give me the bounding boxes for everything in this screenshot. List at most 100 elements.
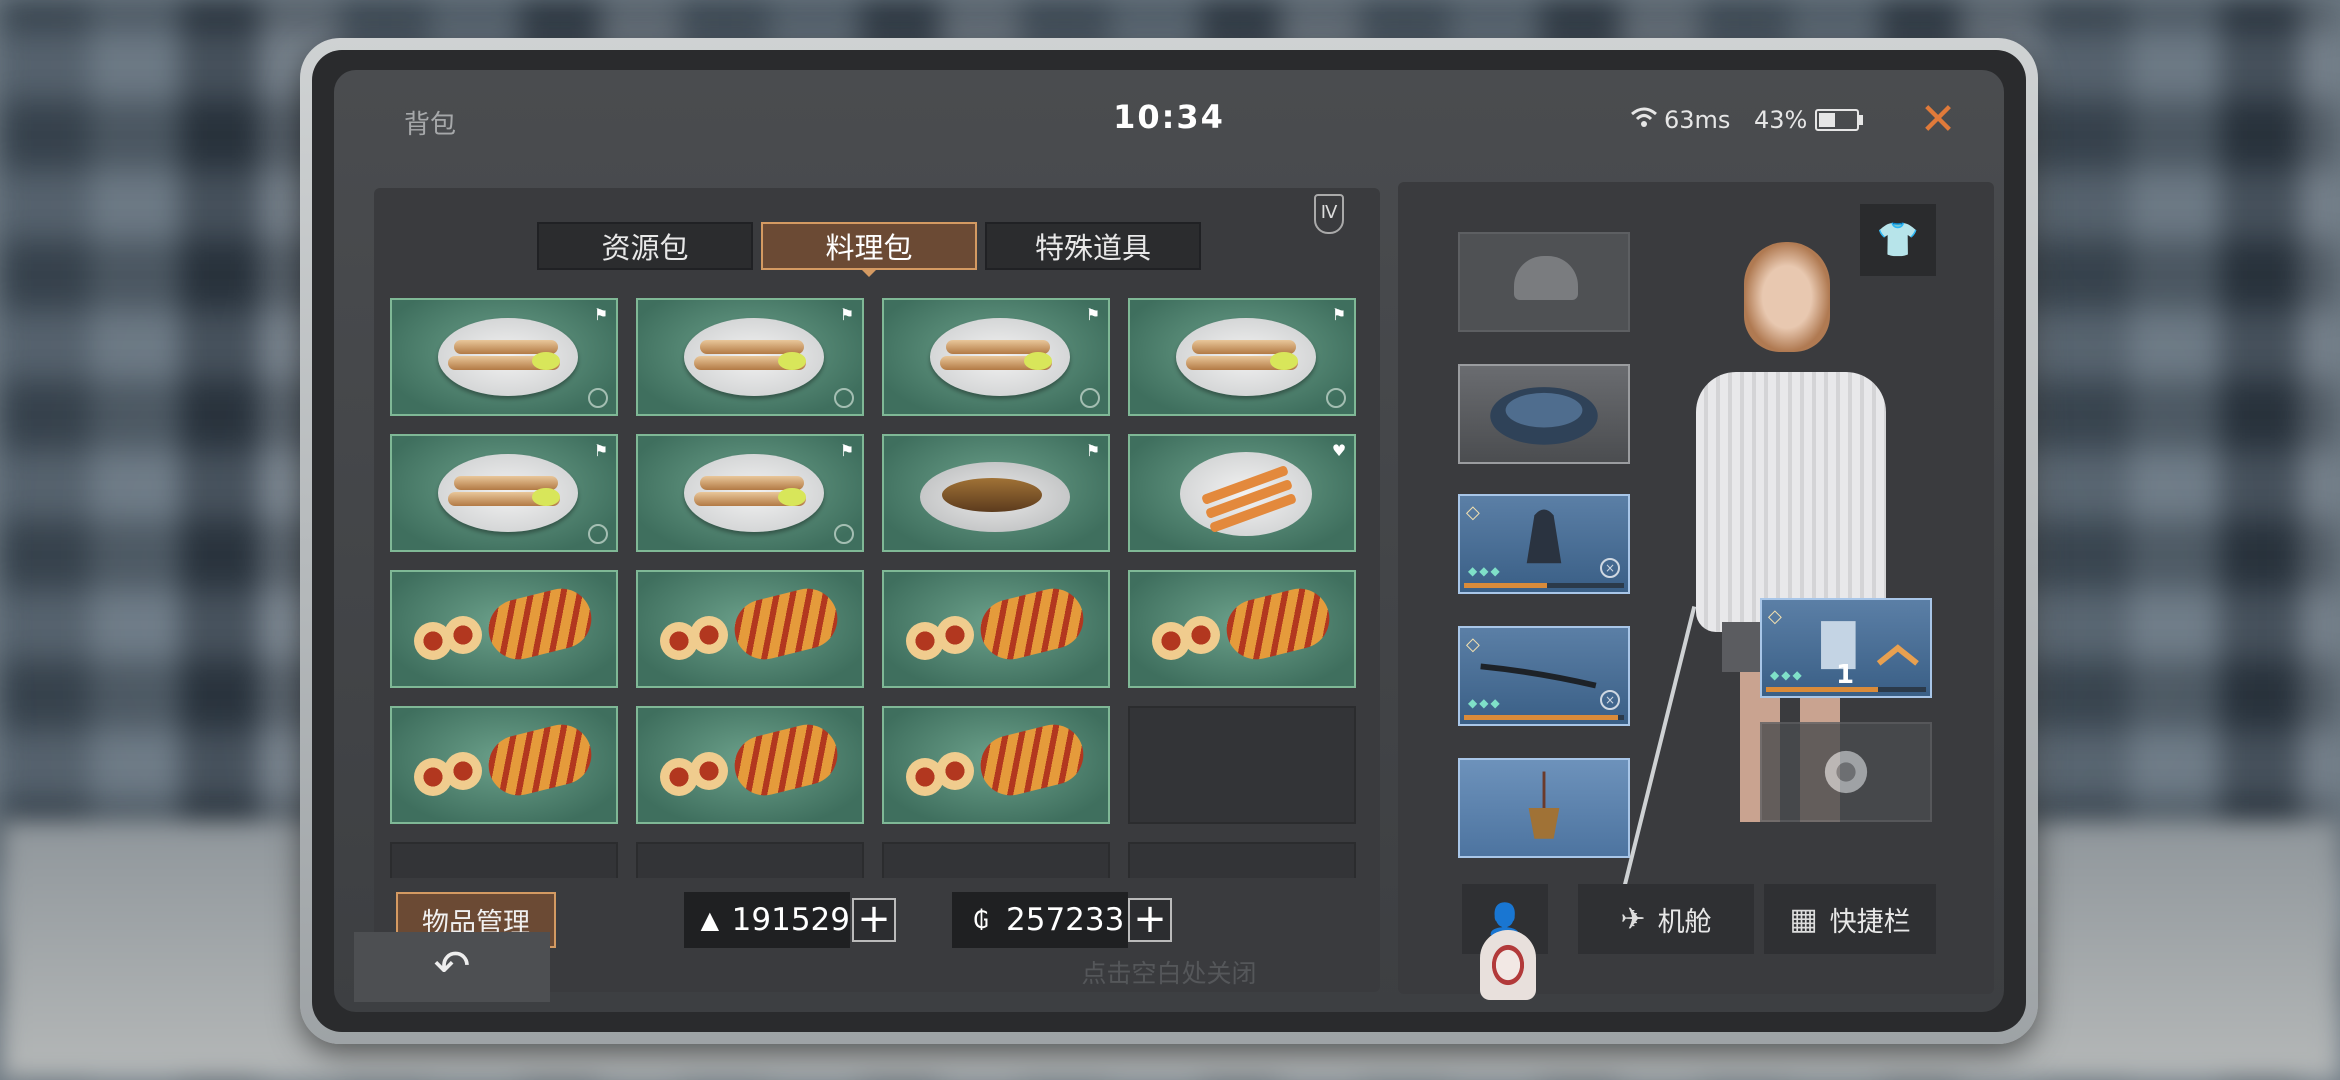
tab-food-pack[interactable]: 料理包 xyxy=(761,222,977,277)
sausage-roll-icon xyxy=(482,718,598,802)
star-rating-icon: ◆◆◆ xyxy=(1770,668,1804,682)
network-status: 63ms xyxy=(1630,106,1730,134)
backpack-screen: 背包 10:34 63ms 43% ✕ 资源包 料理包 特殊道具 Ⅳ ⚑ ⚑ ⚑… xyxy=(334,70,2004,1012)
bottom-bar: ↶ 点击空白处关闭 xyxy=(334,922,2004,1012)
item-slot-sausage-roll[interactable] xyxy=(636,570,864,688)
diamond-icon: ◇ xyxy=(1466,634,1480,655)
item-slot-sausage-roll[interactable] xyxy=(390,706,618,824)
heart-icon: ♥ xyxy=(1331,441,1347,460)
recycle-icon xyxy=(834,388,854,408)
sausage-roll-icon xyxy=(728,582,844,666)
bread-slice-icon xyxy=(444,752,482,790)
empty-slot[interactable] xyxy=(882,842,1110,878)
item-slot-sausage-roll[interactable] xyxy=(882,570,1110,688)
recycle-icon xyxy=(588,388,608,408)
item-grid: ⚑ ⚑ ⚑ ⚑ ⚑ ⚑ ⚑ ♥ xyxy=(390,298,1360,878)
flag-icon: ⚑ xyxy=(1085,441,1101,460)
empty-slot[interactable] xyxy=(1128,842,1356,878)
battery-percent: 43% xyxy=(1754,106,1808,134)
recycle-icon xyxy=(1326,388,1346,408)
sausage-roll-icon xyxy=(728,718,844,802)
star-rating-icon: ◆◆◆ xyxy=(1468,564,1502,578)
bread-slice-icon xyxy=(936,752,974,790)
sausage-roll-icon xyxy=(974,582,1090,666)
grilled-fish-icon xyxy=(942,478,1042,512)
flag-icon: ⚑ xyxy=(1331,305,1347,324)
tab-special-items[interactable]: 特殊道具 xyxy=(985,222,1201,270)
shoes-slot[interactable] xyxy=(1760,722,1932,822)
flag-icon: ⚑ xyxy=(593,305,609,324)
shoe-icon xyxy=(1824,750,1868,794)
gear-count: 1 xyxy=(1836,660,1855,690)
empty-slot[interactable] xyxy=(390,842,618,878)
item-slot-sausage-roll[interactable] xyxy=(882,706,1110,824)
lemon-icon xyxy=(1024,352,1052,370)
inventory-panel: 资源包 料理包 特殊道具 Ⅳ ⚑ ⚑ ⚑ ⚑ ⚑ ⚑ ⚑ ♥ 物品管理 ▲ 191529 + … xyxy=(374,188,1380,992)
bread-slice-icon xyxy=(690,752,728,790)
item-slot-sausage-roll[interactable] xyxy=(390,570,618,688)
item-slot-fish-plate[interactable]: ⚑ xyxy=(636,434,864,552)
tab-resource-pack[interactable]: 资源包 xyxy=(537,222,753,270)
equipment-panel: ◇ ◆◆◆ × ◇ ◆◆◆ × 👕 ◇ ◆◆◆ 1 👤 ✈ 机舱 ▦ 快捷栏 xyxy=(1398,182,1994,994)
battery-icon xyxy=(1815,109,1864,131)
bread-slice-icon xyxy=(1182,616,1220,654)
bread-slice-icon xyxy=(690,616,728,654)
flag-icon: ⚑ xyxy=(839,441,855,460)
backpack-slot[interactable] xyxy=(1458,364,1630,464)
device-bezel: 背包 10:34 63ms 43% ✕ 资源包 料理包 特殊道具 Ⅳ ⚑ ⚑ ⚑… xyxy=(312,50,2026,1032)
character-sweater xyxy=(1696,372,1886,632)
diamond-icon: ◇ xyxy=(1768,606,1782,627)
character-head xyxy=(1744,242,1830,352)
wifi-icon xyxy=(1630,106,1658,134)
item-slot-sausage-roll[interactable] xyxy=(1128,570,1356,688)
item-slot-fish-plate[interactable]: ⚑ xyxy=(636,298,864,416)
plate-icon xyxy=(920,462,1070,532)
durability-bar xyxy=(1766,687,1926,692)
recycle-icon xyxy=(1080,388,1100,408)
plate-icon xyxy=(1180,452,1312,536)
mascot-icon[interactable] xyxy=(1480,930,1536,1000)
bread-slice-icon xyxy=(444,616,482,654)
outfit-slot[interactable]: ◇ ◆◆◆ × xyxy=(1458,494,1630,594)
star-rating-icon: ◆◆◆ xyxy=(1468,696,1502,710)
helmet-slot[interactable] xyxy=(1458,232,1630,332)
item-slot-grilled-fish[interactable]: ⚑ xyxy=(882,434,1110,552)
close-hint: 点击空白处关闭 xyxy=(1081,959,1257,988)
weapon-slot[interactable]: ◇ ◆◆◆ × xyxy=(1458,626,1630,726)
item-slot-sausage-roll[interactable] xyxy=(636,706,864,824)
accessory-slot[interactable] xyxy=(1458,758,1630,858)
close-icon[interactable]: ✕ xyxy=(1910,92,1966,148)
lemon-icon xyxy=(778,488,806,506)
unequip-icon[interactable]: × xyxy=(1600,690,1620,710)
lemon-icon xyxy=(532,488,560,506)
durability-bar xyxy=(1464,715,1624,720)
helmet-icon xyxy=(1514,256,1578,300)
battery-status: 43% xyxy=(1754,106,1864,134)
status-bar: 背包 10:34 63ms 43% ✕ xyxy=(334,70,2004,160)
torch-icon xyxy=(1528,771,1560,839)
bread-slice-icon xyxy=(936,616,974,654)
flag-icon: ⚑ xyxy=(1085,305,1101,324)
item-slot-fish-plate[interactable]: ⚑ xyxy=(390,434,618,552)
recycle-icon xyxy=(588,524,608,544)
tier-badge: Ⅳ xyxy=(1314,194,1344,234)
category-tabs: 资源包 料理包 特殊道具 xyxy=(537,222,1201,277)
item-slot-fish-plate[interactable]: ⚑ xyxy=(882,298,1110,416)
durability-bar xyxy=(1464,583,1624,588)
device-frame: 背包 10:34 63ms 43% ✕ 资源包 料理包 特殊道具 Ⅳ ⚑ ⚑ ⚑… xyxy=(300,38,2038,1044)
flag-icon: ⚑ xyxy=(839,305,855,324)
diamond-icon: ◇ xyxy=(1466,502,1480,523)
lemon-icon xyxy=(532,352,560,370)
item-slot-fish-plate[interactable]: ⚑ xyxy=(1128,298,1356,416)
unequip-icon[interactable]: × xyxy=(1600,558,1620,578)
empty-slot[interactable] xyxy=(1128,706,1356,824)
item-slot-skewer-plate[interactable]: ♥ xyxy=(1128,434,1356,552)
item-slot-fish-plate[interactable]: ⚑ xyxy=(390,298,618,416)
flag-icon: ⚑ xyxy=(593,441,609,460)
featured-gear-slot[interactable]: ◇ ◆◆◆ 1 xyxy=(1760,598,1932,698)
backpack-icon xyxy=(1490,387,1598,445)
sausage-roll-icon xyxy=(974,718,1090,802)
character-sword xyxy=(1619,605,1697,899)
sausage-roll-icon xyxy=(482,582,598,666)
empty-slot[interactable] xyxy=(636,842,864,878)
